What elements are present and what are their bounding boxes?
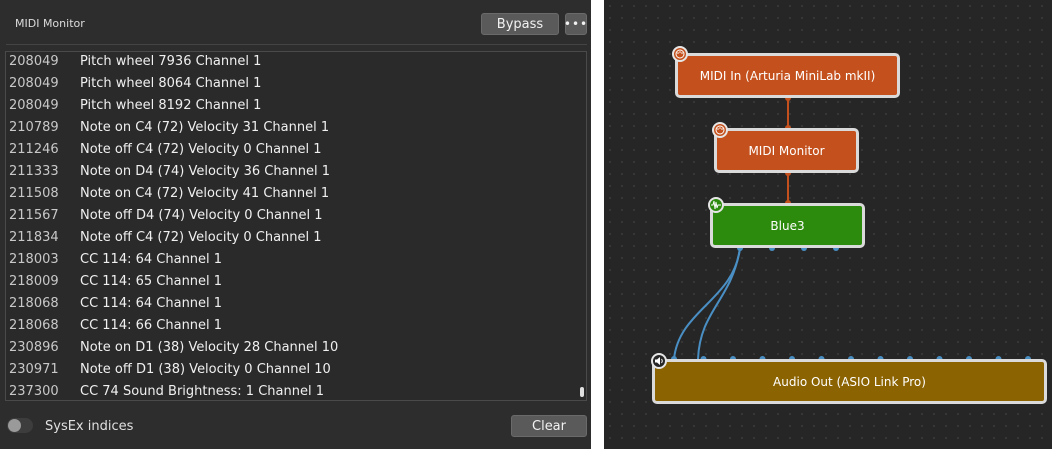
log-message: Pitch wheel 7936 Channel 1: [80, 54, 262, 69]
node-label: MIDI In (Arturia MiniLab mkII): [699, 68, 876, 83]
toggle-knob: [8, 419, 21, 432]
log-row: 211834 Note off C4 (72) Velocity 0 Channe…: [6, 230, 576, 252]
bypass-button[interactable]: Bypass: [481, 13, 559, 35]
log-row: 208049 Pitch wheel 8064 Channel 1: [6, 76, 576, 98]
header-divider: [6, 44, 587, 45]
log-timestamp: 230896: [9, 340, 59, 355]
node-midi-in[interactable]: MIDI In (Arturia MiniLab mkII): [675, 53, 900, 98]
log-message: CC 74 Sound Brightness: 1 Channel 1: [80, 384, 324, 399]
node-audio-out[interactable]: Audio Out (ASIO Link Pro): [652, 359, 1047, 404]
log-row: 218003 CC 114: 64 Channel 1: [6, 252, 576, 274]
log-message: Pitch wheel 8064 Channel 1: [80, 76, 262, 91]
log-timestamp: 211834: [9, 230, 59, 245]
node-blue3[interactable]: Blue3: [710, 203, 865, 248]
log-message: Note off C4 (72) Velocity 0 Channel 1: [80, 230, 322, 245]
log-scrollbar[interactable]: [580, 387, 584, 397]
log-timestamp: 218068: [9, 296, 59, 311]
midi-port-icon: [712, 122, 728, 138]
log-row: 208049 Pitch wheel 8192 Channel 1: [6, 98, 576, 120]
log-row: 218068 CC 114: 64 Channel 1: [6, 296, 576, 318]
log-message: Note off D1 (38) Velocity 0 Channel 10: [80, 362, 331, 377]
log-timestamp: 237300: [9, 384, 59, 399]
log-timestamp: 218009: [9, 274, 59, 289]
log-row: 211246 Note off C4 (72) Velocity 0 Channe…: [6, 142, 576, 164]
wire-blue3-to-audio-right: [697, 247, 741, 360]
node-midi-monitor[interactable]: MIDI Monitor: [714, 128, 859, 173]
log-timestamp: 211567: [9, 208, 59, 223]
node-label: Blue3: [770, 218, 805, 233]
log-timestamp: 218068: [9, 318, 59, 333]
log-message: Note on D4 (74) Velocity 36 Channel 1: [80, 164, 331, 179]
log-timestamp: 211246: [9, 142, 59, 157]
midi-monitor-panel: MIDI Monitor Bypass ••• 208049 Pitch whee…: [0, 0, 591, 449]
log-row: 218009 CC 114: 65 Channel 1: [6, 274, 576, 296]
clear-button[interactable]: Clear: [511, 415, 587, 437]
log-message: Note on C4 (72) Velocity 41 Channel 1: [80, 186, 330, 201]
log-message: Note off D4 (74) Velocity 0 Channel 1: [80, 208, 323, 223]
log-row: 218068 CC 114: 66 Channel 1: [6, 318, 576, 340]
log-row: 211567 Note off D4 (74) Velocity 0 Channe…: [6, 208, 576, 230]
log-row: 211333 Note on D4 (74) Velocity 36 Channe…: [6, 164, 576, 186]
log-row: 237300 CC 74 Sound Brightness: 1 Channel …: [6, 384, 576, 400]
log-timestamp: 218003: [9, 252, 59, 267]
log-message: Note on C4 (72) Velocity 31 Channel 1: [80, 120, 330, 135]
node-label: Audio Out (ASIO Link Pro): [773, 374, 926, 389]
log-message: CC 114: 65 Channel 1: [80, 274, 223, 289]
log-timestamp: 211508: [9, 186, 59, 201]
log-message: CC 114: 64 Channel 1: [80, 296, 223, 311]
log-message: CC 114: 64 Channel 1: [80, 252, 223, 267]
log-timestamp: 211333: [9, 164, 59, 179]
midi-message-log[interactable]: 208049 Pitch wheel 7936 Channel 1 208049 Pi…: [5, 51, 587, 401]
speaker-icon: [651, 353, 667, 369]
log-message: CC 114: 66 Channel 1: [80, 318, 223, 333]
node-label: MIDI Monitor: [748, 143, 825, 158]
log-row: 230971 Note off D1 (38) Velocity 0 Channe…: [6, 362, 576, 384]
log-row: 230896 Note on D1 (38) Velocity 28 Channe…: [6, 340, 576, 362]
wire-blue3-to-audio-left: [673, 247, 741, 360]
log-message: Note on D1 (38) Velocity 28 Channel 10: [80, 340, 339, 355]
log-timestamp: 210789: [9, 120, 59, 135]
log-row: 210789 Note on C4 (72) Velocity 31 Channe…: [6, 120, 576, 142]
log-timestamp: 208049: [9, 76, 59, 91]
sysex-indices-toggle[interactable]: [7, 418, 33, 433]
midi-port-icon: [672, 46, 688, 62]
more-options-button[interactable]: •••: [564, 13, 587, 35]
log-row: 211508 Note on C4 (72) Velocity 41 Channe…: [6, 186, 576, 208]
log-timestamp: 208049: [9, 98, 59, 113]
log-timestamp: 208049: [9, 54, 59, 69]
waveform-icon: [708, 197, 724, 213]
log-message: Pitch wheel 8192 Channel 1: [80, 98, 262, 113]
sysex-indices-label: SysEx indices: [45, 419, 134, 434]
log-message: Note off C4 (72) Velocity 0 Channel 1: [80, 142, 322, 157]
log-timestamp: 230971: [9, 362, 59, 377]
panel-title: MIDI Monitor: [15, 17, 85, 30]
graph-canvas[interactable]: MIDI In (Arturia MiniLab mkII) MIDI Moni…: [604, 0, 1052, 449]
log-row: 208049 Pitch wheel 7936 Channel 1: [6, 54, 576, 76]
